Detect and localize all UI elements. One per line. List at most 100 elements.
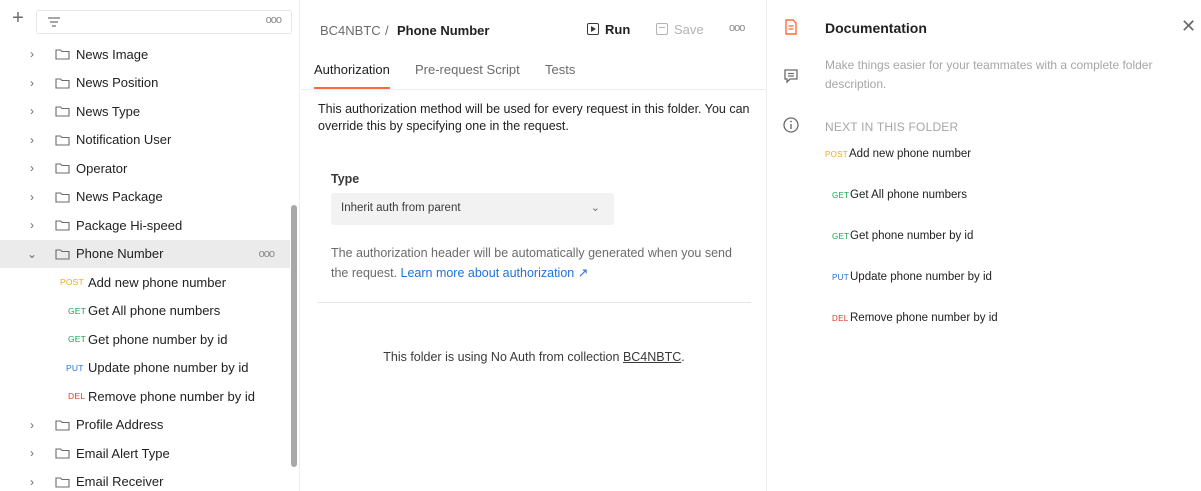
- folder-icon: [55, 249, 70, 260]
- folder-row[interactable]: › Package Hi-speed: [0, 211, 290, 240]
- tab-tests[interactable]: Tests: [545, 62, 575, 77]
- plus-icon[interactable]: +: [8, 8, 28, 28]
- save-button[interactable]: Save: [656, 20, 704, 38]
- active-tab-indicator: [314, 87, 390, 89]
- chevron-right-icon[interactable]: ›: [26, 105, 38, 117]
- editor-header: BC4NBTC / Phone Number Run Save ooo: [301, 0, 767, 48]
- more-dots-icon[interactable]: ooo: [259, 248, 275, 260]
- next-request-label: Add new phone number: [849, 148, 972, 160]
- folder-label: Notification User: [76, 132, 172, 148]
- folder-row[interactable]: › Notification User: [0, 126, 290, 155]
- next-request-item[interactable]: PUT Update phone number by id: [816, 271, 1196, 285]
- folder-label: Profile Address: [76, 417, 164, 433]
- next-request-item[interactable]: GET Get All phone numbers: [816, 189, 1196, 203]
- request-row[interactable]: PUT Update phone number by id: [0, 354, 290, 383]
- collection-tree: › News Image › News Position › News Type › Noti…: [0, 40, 290, 491]
- folder-label: Package Hi-speed: [76, 217, 183, 233]
- auth-note: The authorization header will be automat…: [331, 243, 741, 283]
- sidebar-search-input[interactable]: ooo: [36, 10, 292, 34]
- folder-icon: [55, 163, 70, 174]
- save-button-label: Save: [674, 21, 704, 37]
- folder-icon: [55, 477, 70, 488]
- documentation-description[interactable]: Make things easier for your teammates wi…: [825, 56, 1185, 94]
- request-label: Remove phone number by id: [88, 388, 255, 404]
- learn-more-link[interactable]: Learn more about authorization ↗: [401, 266, 589, 280]
- folder-row[interactable]: › News Type: [0, 97, 290, 126]
- next-in-folder-header: NEXT IN THIS FOLDER: [825, 120, 959, 134]
- auth-type-select[interactable]: Inherit auth from parent ⌄: [331, 193, 614, 225]
- more-dots-icon[interactable]: ooo: [266, 14, 282, 26]
- folder-label: News Type: [76, 103, 141, 119]
- chevron-down-icon: ⌄: [590, 202, 600, 214]
- folder-label: Email Alert Type: [76, 445, 170, 461]
- next-request-item[interactable]: DEL Remove phone number by id: [816, 312, 1196, 326]
- breadcrumb-collection[interactable]: BC4NBTC: [320, 23, 381, 38]
- method-badge: POST: [825, 150, 848, 159]
- chevron-right-icon[interactable]: ›: [26, 419, 38, 431]
- folder-row[interactable]: ⌄ Phone Number ooo: [0, 239, 290, 268]
- chevron-right-icon[interactable]: ›: [26, 134, 38, 146]
- run-button[interactable]: Run: [587, 20, 630, 38]
- chevron-right-icon[interactable]: ›: [26, 219, 38, 231]
- chevron-right-icon[interactable]: ›: [26, 476, 38, 488]
- folder-label: News Package: [76, 189, 163, 205]
- noauth-end: .: [681, 350, 685, 364]
- folder-editor: BC4NBTC / Phone Number Run Save ooo Auth…: [301, 0, 767, 491]
- chevron-right-icon[interactable]: ›: [26, 447, 38, 459]
- save-icon: [656, 23, 668, 35]
- request-row[interactable]: POST Add new phone number: [0, 268, 290, 297]
- play-icon: [587, 23, 599, 35]
- comments-icon[interactable]: [782, 67, 800, 85]
- request-row[interactable]: GET Get phone number by id: [0, 325, 290, 354]
- editor-tabs: Authorization Pre-request Script Tests: [301, 48, 767, 90]
- filter-icon[interactable]: [47, 15, 61, 29]
- folder-row[interactable]: › News Image: [0, 40, 290, 69]
- method-badge: DEL: [832, 314, 849, 323]
- chevron-right-icon[interactable]: ›: [26, 77, 38, 89]
- chevron-right-icon[interactable]: ›: [26, 191, 38, 203]
- method-badge: GET: [832, 232, 850, 241]
- right-rail: [768, 0, 816, 491]
- breadcrumb-separator: /: [385, 23, 389, 38]
- folder-label: Email Receiver: [76, 474, 164, 490]
- folder-icon: [55, 220, 70, 231]
- request-row[interactable]: GET Get All phone numbers: [0, 297, 290, 326]
- next-request-item[interactable]: POST Add new phone number: [816, 148, 1196, 162]
- folder-row[interactable]: › Email Alert Type: [0, 439, 290, 468]
- close-icon[interactable]: ✕: [1181, 17, 1196, 35]
- next-request-label: Get phone number by id: [850, 230, 974, 242]
- tab-authorization[interactable]: Authorization: [314, 62, 390, 77]
- more-dots-icon[interactable]: ooo: [729, 22, 745, 34]
- request-label: Update phone number by id: [88, 360, 249, 376]
- info-icon[interactable]: [782, 116, 800, 134]
- collection-sidebar: + ooo › News Image › News Position › News Typ…: [0, 0, 300, 491]
- folder-row[interactable]: › News Package: [0, 183, 290, 212]
- noauth-text: This folder is using No Auth from collec…: [383, 350, 620, 364]
- folder-row[interactable]: › Operator: [0, 154, 290, 183]
- method-badge: GET: [68, 305, 87, 316]
- tab-pre-request-script[interactable]: Pre-request Script: [415, 62, 520, 77]
- request-label: Get All phone numbers: [88, 303, 221, 319]
- request-row[interactable]: DEL Remove phone number by id: [0, 382, 290, 411]
- folder-icon: [55, 420, 70, 431]
- folder-icon: [55, 135, 70, 146]
- folder-label: Phone Number: [76, 246, 164, 262]
- noauth-message: This folder is using No Auth from collec…: [301, 350, 767, 364]
- documentation-title: Documentation: [825, 20, 927, 36]
- folder-row[interactable]: › Profile Address: [0, 411, 290, 440]
- next-request-item[interactable]: GET Get phone number by id: [816, 230, 1196, 244]
- breadcrumb-current-folder[interactable]: Phone Number: [397, 23, 489, 38]
- run-button-label: Run: [605, 21, 631, 37]
- chevron-right-icon[interactable]: ›: [26, 162, 38, 174]
- chevron-down-icon[interactable]: ⌄: [26, 248, 38, 260]
- auth-type-value: Inherit auth from parent: [341, 202, 461, 214]
- folder-row[interactable]: › Email Receiver: [0, 468, 290, 491]
- folder-row[interactable]: › News Position: [0, 69, 290, 98]
- collection-link[interactable]: BC4NBTC: [623, 350, 681, 364]
- request-label: Add new phone number: [88, 274, 227, 290]
- folder-icon: [55, 106, 70, 117]
- sidebar-scrollbar[interactable]: [291, 205, 297, 467]
- method-badge: POST: [60, 277, 84, 288]
- chevron-right-icon[interactable]: ›: [26, 48, 38, 60]
- documentation-icon[interactable]: [782, 18, 800, 36]
